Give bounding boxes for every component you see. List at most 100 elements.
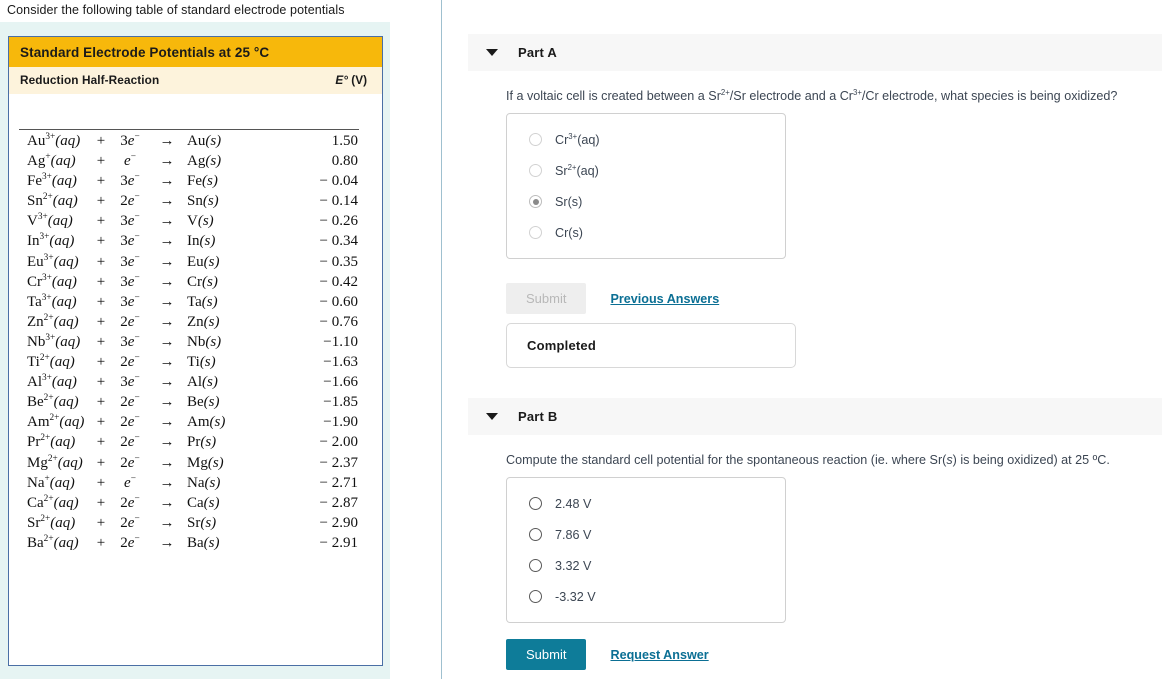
part-b-header[interactable]: Part B — [468, 398, 1162, 435]
reaction-potential-value: − 0.14 — [319, 193, 358, 210]
table-row: Eu3+(aq) +3e− → Eu(s) − 0.35 — [9, 253, 382, 274]
part-b-option-0[interactable]: 2.48 V — [507, 488, 785, 519]
table-row: Zn2+(aq) +2e− → Zn(s) − 0.76 — [9, 312, 382, 334]
radio-button-icon[interactable] — [529, 195, 542, 208]
reaction-potential-value: 0.80 — [331, 153, 358, 170]
part-b-answer-options: 2.48 V 7.86 V 3.32 V -3.32 V — [506, 477, 786, 623]
radio-button-icon[interactable] — [529, 590, 542, 603]
table-row: Sn2+(aq) +2e− → Sn(s) − 0.14 — [9, 193, 382, 213]
table-row: Am2+(aq) +2e− → Am(s) −1.90 — [9, 414, 382, 434]
part-b-question: Compute the standard cell potential for … — [506, 453, 1110, 467]
part-a-option-3[interactable]: Cr(s) — [507, 217, 785, 248]
reaction-equation: Sn2+(aq) +2e− → Sn(s) — [27, 192, 219, 210]
reaction-equation: Ti2+(aq) +2e− → Ti(s) — [27, 353, 216, 371]
reaction-equation: Ag+(aq) + e− → Ag(s) — [27, 152, 222, 170]
reaction-potential-value: − 0.04 — [319, 173, 358, 190]
option-label: 3.32 V — [555, 558, 592, 573]
part-b-option-2[interactable]: 3.32 V — [507, 550, 785, 581]
reaction-potential-value: − 2.87 — [319, 494, 358, 511]
table-row: Na+(aq) + e− → Na(s) − 2.71 — [9, 474, 382, 495]
reaction-equation: Mg2+(aq) +2e− → Mg(s) — [27, 453, 224, 471]
part-a-question: If a voltaic cell is created between a S… — [506, 87, 1118, 103]
reaction-potential-value: − 2.90 — [319, 514, 358, 531]
part-b-submit-button[interactable]: Submit — [506, 639, 587, 670]
previous-answers-link[interactable]: Previous Answers — [610, 292, 719, 306]
table-row: Ca2+(aq) +2e− → Ca(s) − 2.87 — [9, 494, 382, 515]
reaction-potential-value: −1.85 — [323, 394, 358, 411]
table-row: Ba2+(aq) +2e− → Ba(s) − 2.91 — [9, 533, 382, 555]
reaction-potential-value: − 0.26 — [319, 213, 358, 230]
part-a-option-1[interactable]: Sr2+(aq) — [507, 155, 785, 186]
chevron-down-icon[interactable] — [486, 49, 498, 56]
table-row: Au3+(aq) +3e− → Au(s) 1.50 — [9, 132, 382, 153]
table-rows: Au3+(aq) +3e− → Au(s) 1.50 Ag+(aq) + e− → Ag(s) 0.… — [9, 132, 382, 555]
reaction-potential-value: − 2.91 — [319, 534, 358, 551]
reaction-potential-value: − 0.34 — [319, 233, 358, 250]
table-row: Ti2+(aq) +2e− → Ti(s) −1.63 — [9, 353, 382, 374]
reaction-equation: V3+(aq) +3e− → V(s) — [27, 212, 214, 230]
option-label: Sr2+(aq) — [555, 162, 599, 178]
table-row: Be2+(aq) +2e− → Be(s) −1.85 — [9, 394, 382, 414]
reaction-potential-value: − 0.42 — [319, 273, 358, 290]
reaction-potential-value: − 0.60 — [319, 293, 358, 310]
option-label: Sr(s) — [555, 194, 583, 209]
potential-symbol: E° — [335, 73, 348, 87]
reaction-equation: Be2+(aq) +2e− → Be(s) — [27, 393, 220, 411]
reaction-equation: Fe3+(aq) +3e− → Fe(s) — [27, 172, 218, 190]
reaction-potential-value: 1.50 — [331, 133, 358, 149]
table-row: Nb3+(aq) +3e− → Nb(s) −1.10 — [9, 333, 382, 354]
reaction-equation: Pr2+(aq) +2e− → Pr(s) — [27, 433, 217, 451]
radio-button-icon[interactable] — [529, 497, 542, 510]
reaction-equation: Au3+(aq) +3e− → Au(s) — [27, 132, 222, 149]
prompt-text: Consider the following table of standard… — [7, 3, 345, 17]
option-label: 2.48 V — [555, 496, 592, 511]
reaction-equation: Cr3+(aq) +3e− → Cr(s) — [27, 272, 218, 290]
radio-button-icon[interactable] — [529, 559, 542, 572]
table-row: Ta3+(aq) +3e− → Ta(s) − 0.60 — [9, 292, 382, 314]
reaction-potential-value: − 2.37 — [319, 454, 358, 471]
part-b-option-1[interactable]: 7.86 V — [507, 519, 785, 550]
part-a-label: Part A — [518, 45, 558, 60]
table-row: In3+(aq) +3e− → In(s) − 0.34 — [9, 233, 382, 253]
table-column-headers: Reduction Half-Reaction E° (V) — [9, 67, 382, 94]
radio-button-icon[interactable] — [529, 528, 542, 541]
reaction-equation: Ta3+(aq) +3e− → Ta(s) — [27, 292, 218, 310]
part-a-answer-options: Cr3+(aq) Sr2+(aq) Sr(s) Cr(s) — [506, 113, 786, 259]
table-row: V3+(aq) +3e− → V(s) − 0.26 — [9, 213, 382, 233]
part-a-submit-button[interactable]: Submit — [506, 283, 587, 314]
chevron-down-icon[interactable] — [486, 413, 498, 420]
reaction-potential-value: −1.90 — [323, 414, 358, 431]
part-a-actions: Submit Previous Answers — [506, 283, 719, 314]
part-a-header[interactable]: Part A — [468, 34, 1162, 71]
reaction-equation: Zn2+(aq) +2e− → Zn(s) — [27, 312, 220, 330]
reaction-equation: Ba2+(aq) +2e− → Ba(s) — [27, 533, 220, 551]
part-b-option-3[interactable]: -3.32 V — [507, 581, 785, 612]
radio-button-icon[interactable] — [529, 133, 542, 146]
radio-button-icon[interactable] — [529, 226, 542, 239]
table-row: Mg2+(aq) +2e− → Mg(s) − 2.37 — [9, 453, 382, 475]
request-answer-link[interactable]: Request Answer — [610, 648, 708, 662]
radio-button-icon[interactable] — [529, 164, 542, 177]
table-row: Pr2+(aq) +2e− → Pr(s) − 2.00 — [9, 434, 382, 454]
reaction-potential-value: −1.63 — [323, 354, 358, 371]
part-a-option-2[interactable]: Sr(s) — [507, 186, 785, 217]
table-row: Sr2+(aq) +2e− → Sr(s) − 2.90 — [9, 513, 382, 535]
option-label: -3.32 V — [555, 589, 596, 604]
left-reference-pane: Consider the following table of standard… — [0, 0, 440, 679]
table-row: Al3+(aq) +3e− → Al(s) −1.66 — [9, 373, 382, 394]
table-row: Fe3+(aq) +3e− → Fe(s) − 0.04 — [9, 173, 382, 193]
reaction-equation: Sr2+(aq) +2e− → Sr(s) — [27, 513, 217, 531]
reaction-equation: In3+(aq) +3e− → In(s) — [27, 232, 216, 250]
reaction-potential-value: − 0.35 — [319, 253, 358, 270]
reaction-potential-value: −1.66 — [323, 374, 358, 391]
option-label: Cr3+(aq) — [555, 131, 600, 147]
reaction-potential-value: − 0.76 — [319, 313, 358, 330]
reaction-potential-value: −1.10 — [323, 333, 358, 350]
status-badge: Completed — [527, 338, 596, 353]
column-header-potential: E° (V) — [335, 73, 367, 87]
part-a-option-0[interactable]: Cr3+(aq) — [507, 124, 785, 155]
reaction-equation: Am2+(aq) +2e− → Am(s) — [27, 413, 226, 431]
column-header-reaction: Reduction Half-Reaction — [20, 73, 160, 87]
reaction-potential-value: − 2.00 — [319, 434, 358, 451]
table-rule-divider — [19, 129, 359, 130]
